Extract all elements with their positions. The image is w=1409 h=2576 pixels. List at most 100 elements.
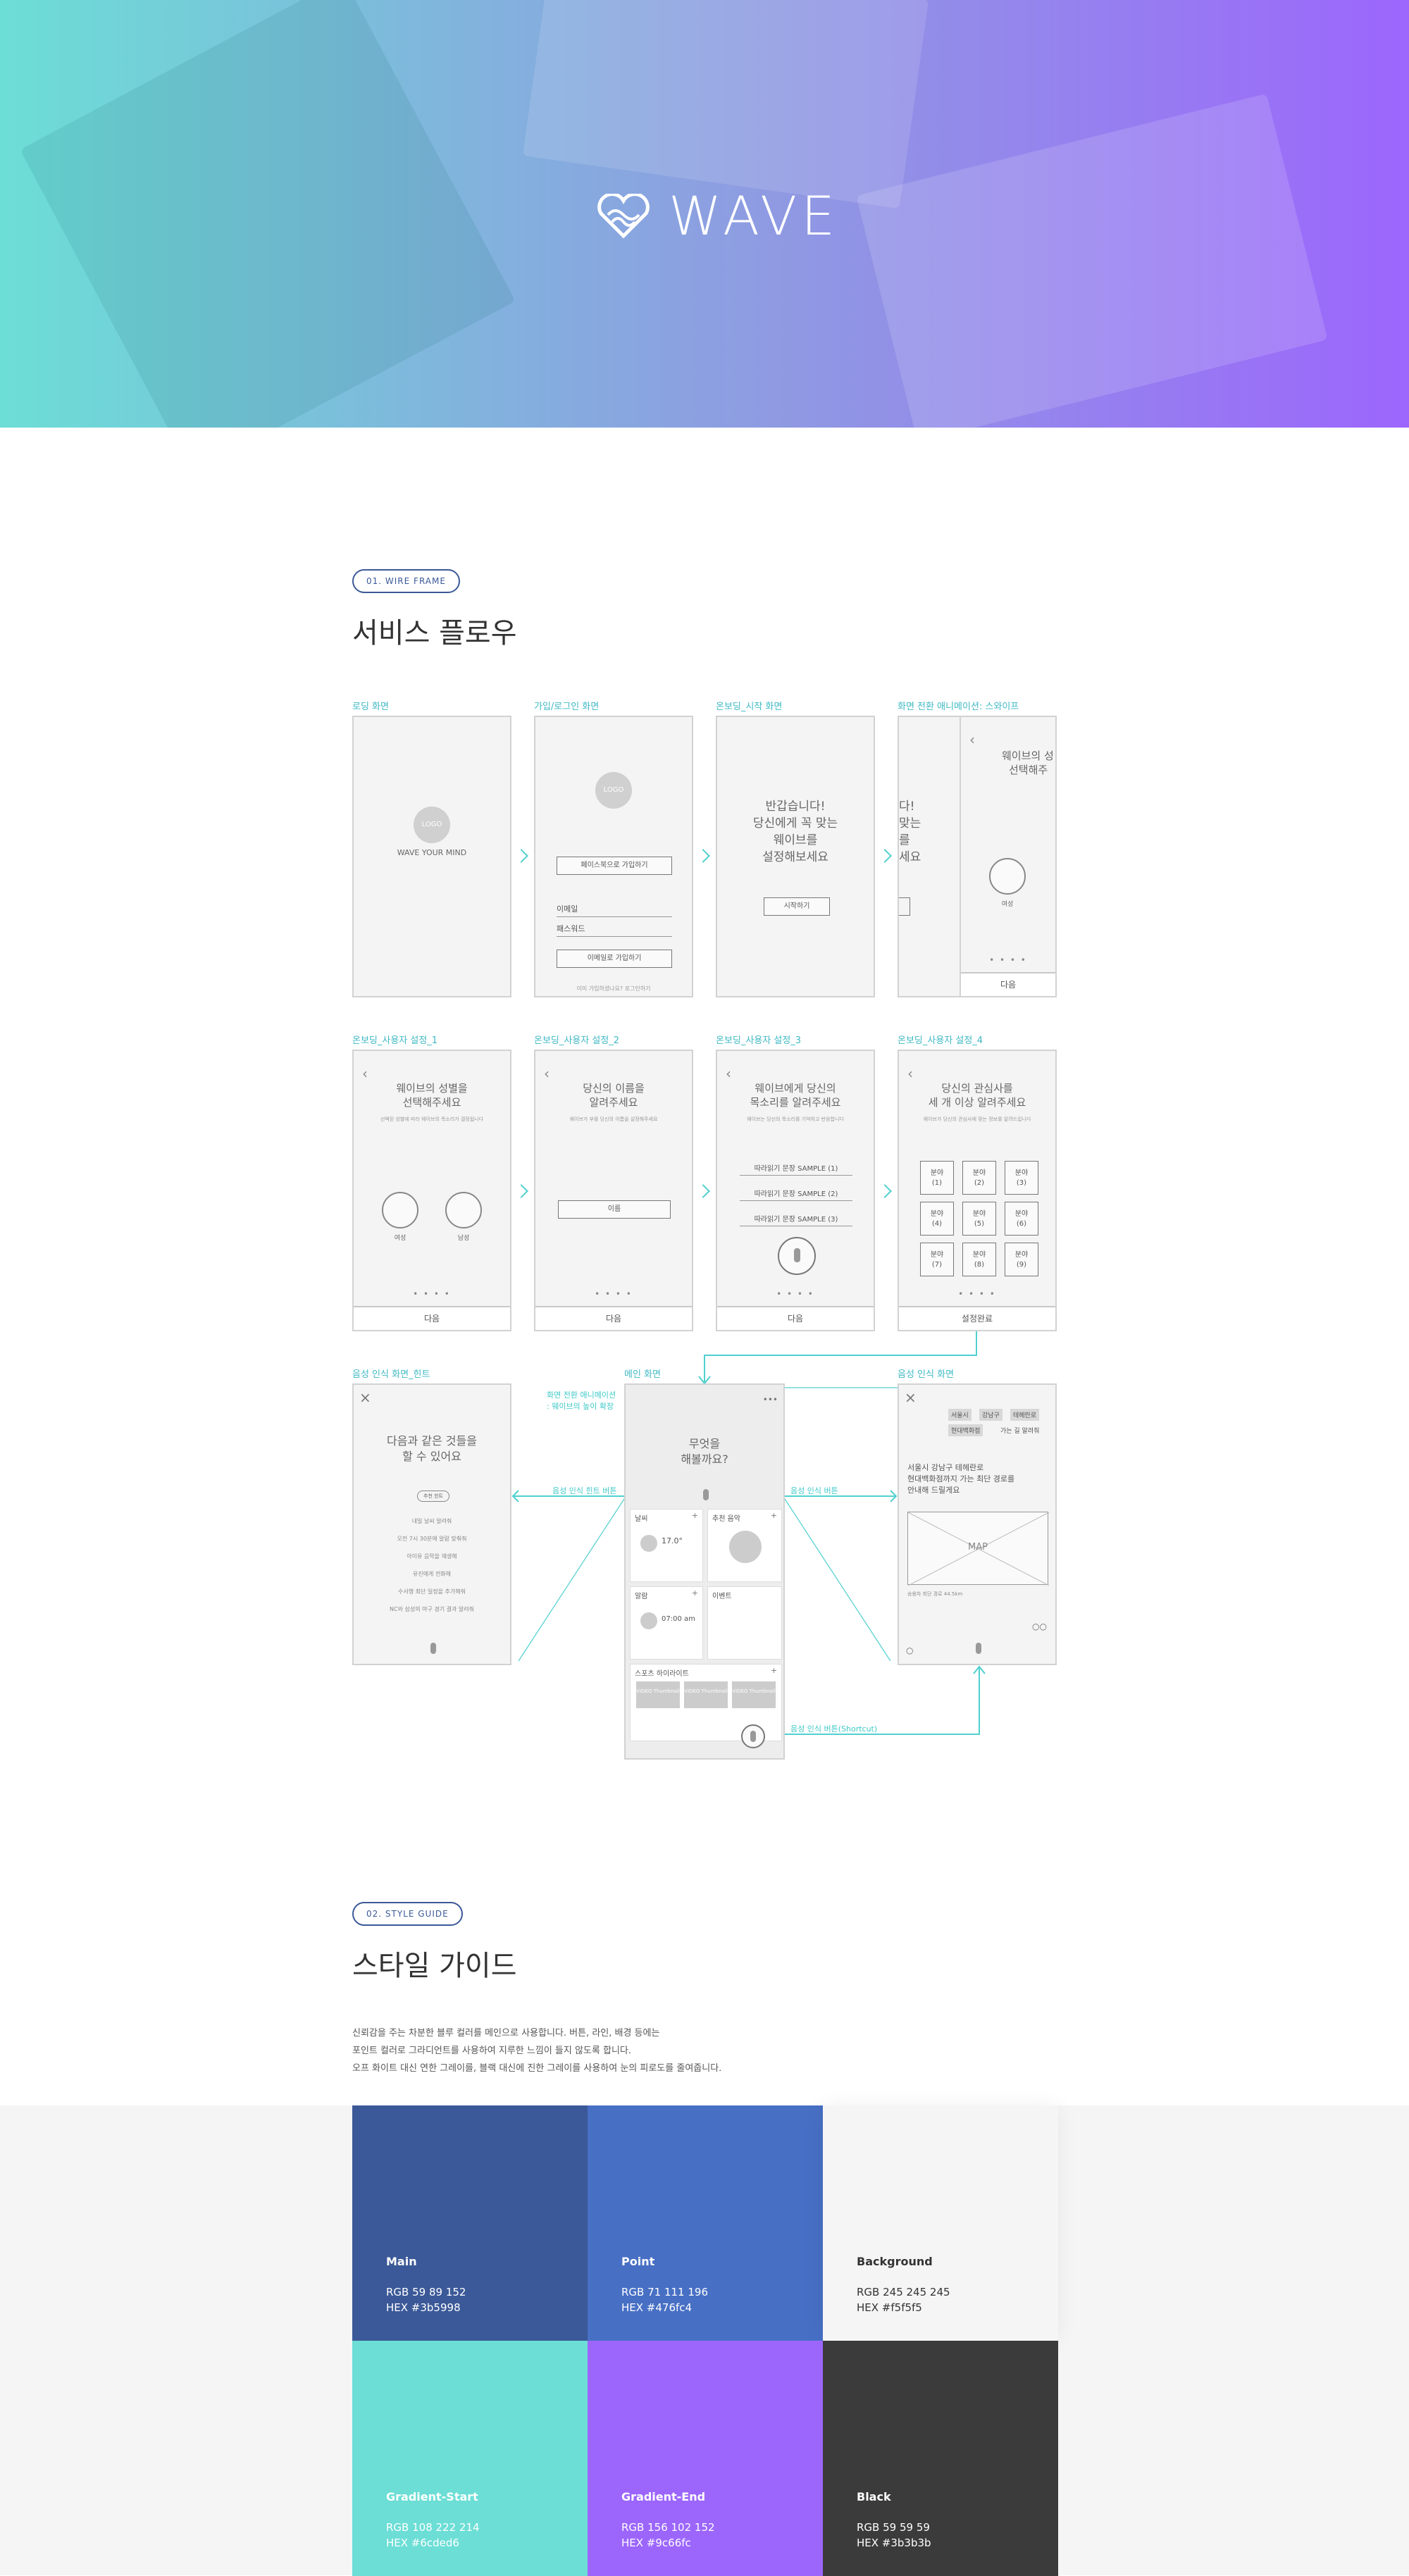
voice-shortcut-note: 음성 인식 버튼(Shortcut) — [790, 1724, 878, 1734]
close-icon[interactable]: × — [905, 1389, 917, 1406]
transition-note: 화면 전환 애니메이션 — [547, 1390, 616, 1400]
voice-hint-button-note: 음성 인식 힌트 버튼 — [552, 1486, 617, 1495]
interest-cell[interactable]: 분야 (5) — [962, 1202, 996, 1236]
page-dots: • • • • — [989, 955, 1027, 965]
hero-background-laptop — [20, 0, 516, 428]
hero-background-hand — [522, 0, 929, 209]
hint-item[interactable]: 수서행 최단 일정을 추가해줘 — [354, 1588, 510, 1595]
onboarding-start-screen: 반갑습니다! 당신에게 꼭 맞는 웨이브를 설정해보세요 시작하기 — [716, 716, 875, 997]
video-thumbnail[interactable]: VIDEO Thumbnail — [636, 1681, 680, 1708]
next-button[interactable]: 다음 — [717, 1306, 874, 1330]
video-thumbnail[interactable]: VIDEO Thumbnail — [684, 1681, 728, 1708]
color-swatch: Gradient-Start RGB 108 222 214 HEX #6cded6 — [352, 2341, 588, 2576]
name-input-screen: ‹ 당신의 이름을 알려주세요 웨이브가 부를 당신의 이름을 설정해주세요 이… — [534, 1050, 693, 1331]
screen-label: 화면 전환 애니메이션: 스와이프 — [898, 702, 1019, 712]
swatch-name: Main — [386, 2255, 417, 2268]
swatch-name: Black — [857, 2490, 891, 2503]
hint-item[interactable]: 내일 날씨 알려줘 — [354, 1517, 510, 1525]
interest-cell[interactable]: 분야 (3) — [1005, 1161, 1038, 1195]
event-card[interactable]: 이벤트 — [707, 1586, 782, 1660]
hint-item[interactable]: 아이유 음악을 재생해 — [354, 1553, 510, 1560]
weather-card[interactable]: 날씨 + 17.0° — [630, 1509, 703, 1582]
music-card[interactable]: 추천 음악 + — [707, 1509, 782, 1582]
back-chevron-icon[interactable]: ‹ — [907, 1065, 913, 1082]
swatch-rgb: RGB 156 102 152 — [621, 2521, 715, 2534]
loading-screen: LOGO WAVE YOUR MIND — [352, 716, 511, 997]
interest-cell[interactable]: 분야 (2) — [962, 1161, 996, 1195]
video-thumbnail[interactable]: VIDEO Thumbnail — [732, 1681, 776, 1708]
hint-item[interactable]: 오전 7시 30분에 알람 맞춰줘 — [354, 1535, 510, 1543]
wireframe-title: 서비스 플로우 — [352, 617, 517, 649]
screen-label: 가입/로그인 화면 — [534, 702, 600, 712]
hero-background-hand — [856, 93, 1328, 428]
done-button[interactable]: 설정완료 — [899, 1306, 1055, 1330]
mic-icon[interactable] — [430, 1643, 436, 1654]
login-link[interactable]: 이미 가입하셨나요? 로그인하기 — [535, 985, 692, 993]
swipe-transition-screen: 다! 맞는 를 세요 ‹ 웨이브의 성 선택해주 여성 • • • • 다음 — [898, 716, 1057, 997]
logo-placeholder: LOGO — [595, 772, 632, 809]
next-button[interactable]: 다음 — [961, 972, 1055, 996]
voice-shortcut-button[interactable] — [741, 1724, 765, 1748]
swatch-rgb: RGB 71 111 196 — [621, 2286, 708, 2298]
female-avatar[interactable] — [382, 1192, 418, 1228]
back-chevron-icon[interactable]: ‹ — [544, 1065, 550, 1082]
screen-label: 온보딩_사용자 설정_4 — [898, 1035, 983, 1046]
facebook-signup-button[interactable]: 페이스북으로 가입하기 — [557, 857, 672, 875]
mic-icon[interactable] — [703, 1489, 709, 1500]
next-button[interactable]: 다음 — [535, 1306, 692, 1330]
hero-logo: WAVE — [595, 185, 839, 247]
map-placeholder: MAP — [907, 1512, 1050, 1586]
name-input[interactable]: 이름 — [558, 1200, 671, 1219]
email-signup-button[interactable]: 이메일로 가입하기 — [557, 950, 672, 968]
alarm-card[interactable]: 알람 + 07:00 am — [630, 1586, 703, 1660]
close-icon[interactable]: × — [359, 1389, 371, 1406]
back-chevron-icon[interactable]: ‹ — [726, 1065, 731, 1082]
interest-cell[interactable]: 분야 (9) — [1005, 1243, 1038, 1276]
page-dots: • • • • — [958, 1289, 996, 1299]
swatch-name: Gradient-End — [621, 2490, 706, 2503]
start-button[interactable]: 시작하기 — [764, 897, 830, 916]
color-swatch: Point RGB 71 111 196 HEX #476fc4 — [588, 2105, 823, 2341]
back-chevron-icon[interactable]: ‹ — [362, 1065, 368, 1082]
small-circle-icon: ○ — [906, 1645, 914, 1655]
swatch-hex: HEX #f5f5f5 — [857, 2301, 922, 2314]
more-icon[interactable]: ••• — [763, 1395, 778, 1405]
wireframe-tag: 01. WIRE FRAME — [352, 569, 460, 593]
swatch-hex: HEX #3b3b3b — [857, 2537, 931, 2549]
flow-arrow — [878, 1184, 892, 1198]
page-indicator: ○○ — [1032, 1622, 1047, 1631]
flow-arrow — [696, 849, 710, 863]
password-field[interactable]: 패스워드 — [557, 923, 672, 937]
sample-sentence: 따라읽기 문장 SAMPLE (3) — [740, 1213, 852, 1226]
headline-line: 반갑습니다! — [765, 799, 826, 814]
interest-cell[interactable]: 분야 (7) — [920, 1243, 954, 1276]
interest-cell[interactable]: 분야 (4) — [920, 1202, 954, 1236]
interest-cell[interactable]: 분야 (8) — [962, 1243, 996, 1276]
screen-label: 음성 인식 화면 — [898, 1369, 955, 1380]
style-guide-description: 신뢰감을 주는 차분한 블루 컬러를 메인으로 사용합니다. 버튼, 라인, 배… — [352, 2028, 722, 2074]
main-screen: ••• 무엇을 해볼까요? 날씨 + 17.0° 추천 음악 + 알람 + 07… — [624, 1383, 785, 1760]
email-field[interactable]: 이메일 — [557, 903, 672, 917]
hero-banner: WAVE — [0, 0, 1409, 428]
mic-icon — [794, 1248, 800, 1262]
screen-label: 메인 화면 — [624, 1369, 661, 1380]
hint-item[interactable]: NC와 삼성의 야구 경기 결과 알려줘 — [354, 1605, 510, 1613]
male-avatar[interactable] — [445, 1192, 482, 1228]
hint-item[interactable]: 유진에게 전화해 — [354, 1570, 510, 1578]
swatch-rgb: RGB 59 89 152 — [386, 2286, 466, 2298]
interests-screen: ‹ 당신의 관심사를 세 개 이상 알려주세요 웨이브가 당신의 관심사에 맞는… — [898, 1050, 1057, 1331]
swatch-rgb: RGB 59 59 59 — [857, 2521, 930, 2534]
voice-button-note: 음성 인식 버튼 — [790, 1486, 838, 1495]
headline-line: 당신에게 꼭 맞는 — [752, 816, 838, 830]
sample-sentence: 따라읽기 문장 SAMPLE (2) — [740, 1188, 852, 1201]
next-button[interactable]: 다음 — [354, 1306, 510, 1330]
previous-screen-edge: 다! 맞는 를 세요 — [899, 717, 961, 996]
style-guide-tag: 02. STYLE GUIDE — [352, 1902, 463, 1926]
mic-button[interactable] — [778, 1237, 816, 1275]
answer-text: 서울시 강남구 테헤란로 현대백화점까지 가는 최단 경로를 안내해 드릴게요 — [907, 1463, 1015, 1495]
swatch-hex: HEX #3b5998 — [386, 2301, 461, 2314]
interest-cell[interactable]: 분야 (6) — [1005, 1202, 1038, 1236]
female-avatar[interactable] — [989, 858, 1026, 895]
mic-icon[interactable] — [976, 1643, 981, 1654]
interest-cell[interactable]: 분야 (1) — [920, 1161, 954, 1195]
